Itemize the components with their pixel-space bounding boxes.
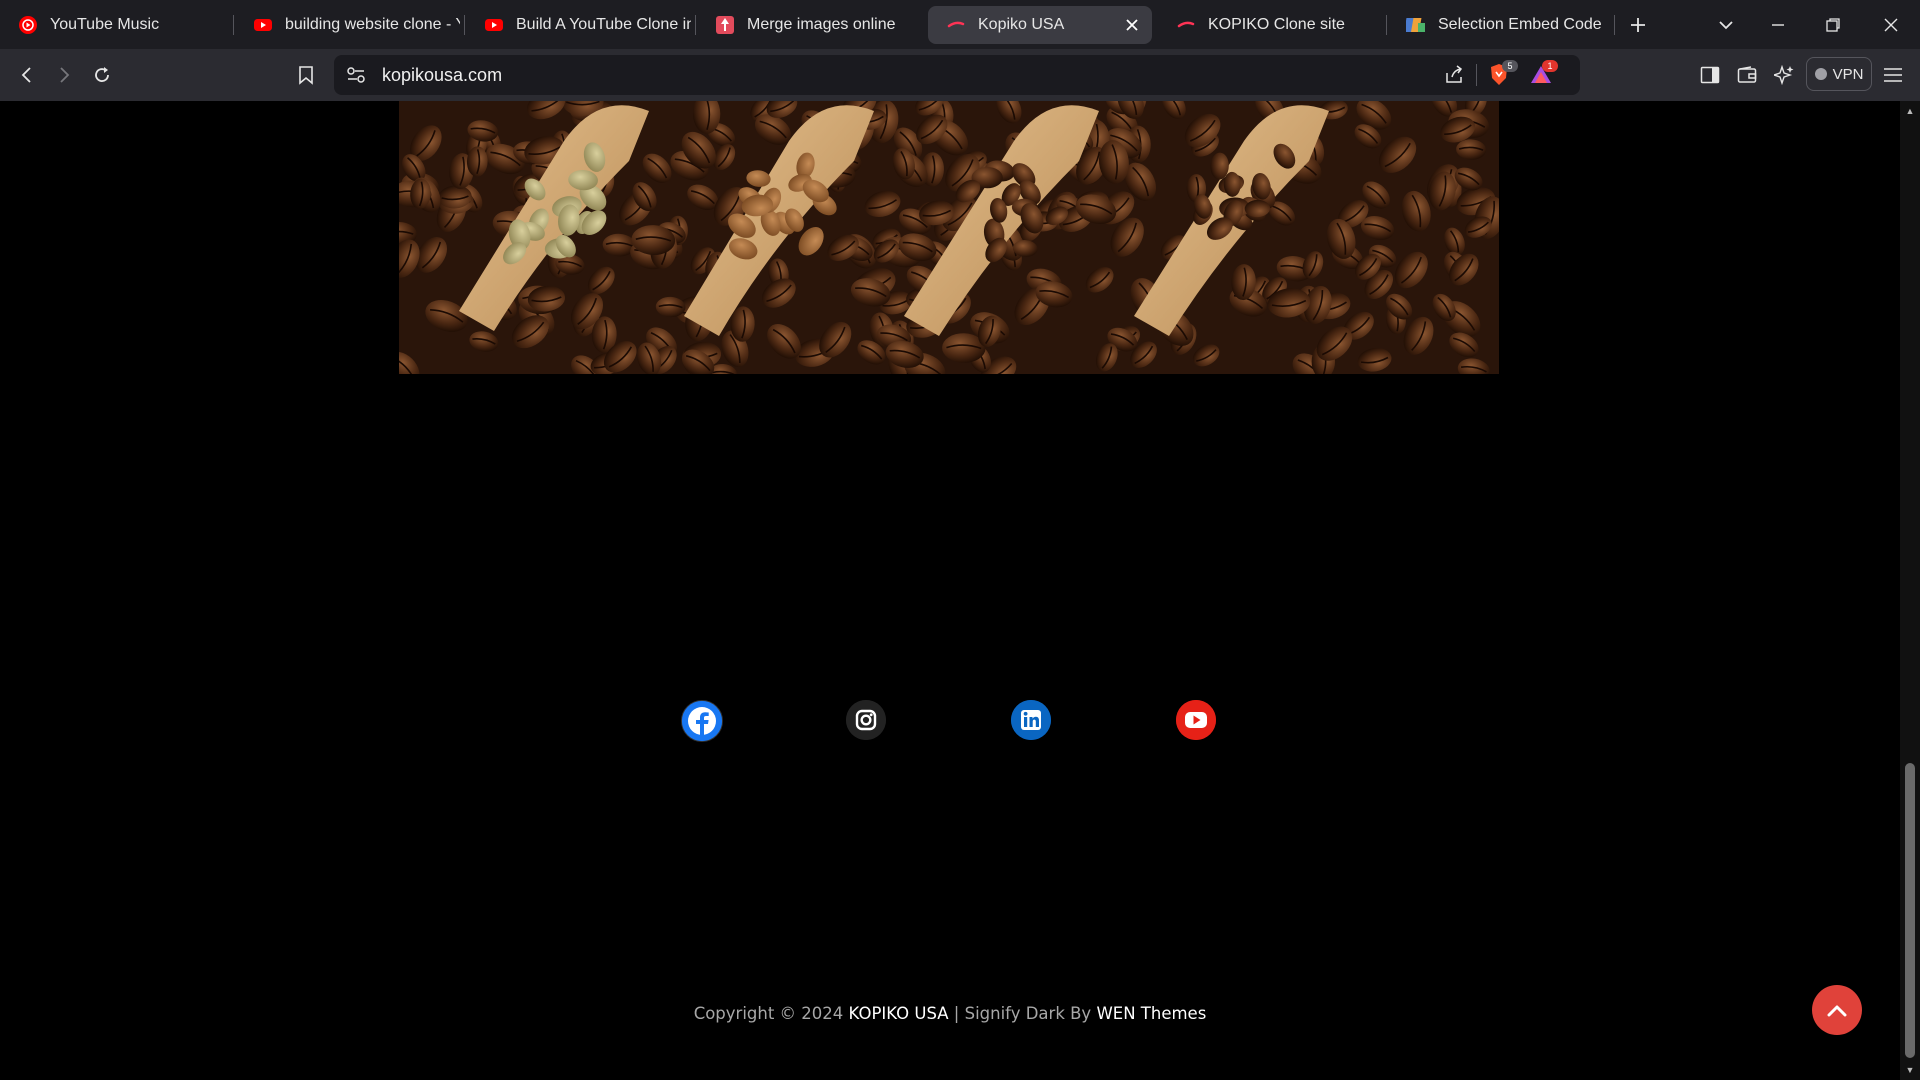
tab-kopiko-usa[interactable]: Kopiko USA — [928, 6, 1152, 44]
minimize-button[interactable] — [1758, 6, 1798, 44]
url-text[interactable]: kopikousa.com — [382, 65, 502, 86]
theme-credit-text: | Signify Dark By — [948, 1004, 1097, 1023]
bookmark-icon — [299, 66, 313, 85]
brave-shield-icon[interactable]: 5 — [1488, 60, 1518, 92]
divider — [1476, 64, 1477, 86]
merge-images-icon — [715, 15, 735, 35]
youtube-link[interactable] — [1176, 700, 1216, 740]
sidebar-toggle-button[interactable] — [1696, 61, 1724, 89]
site-name-link[interactable]: KOPIKO USA — [849, 1004, 949, 1023]
tab-selection-embed-code[interactable]: Selection Embed Code - C — [1388, 6, 1603, 44]
tab-youtube-music[interactable]: YouTube Music — [0, 6, 230, 44]
coffee-banner-illustration — [399, 101, 1499, 374]
tab-title: Kopiko USA — [978, 16, 1065, 33]
hamburger-menu-icon — [1884, 68, 1902, 82]
brave-rewards-icon[interactable]: 1 — [1530, 60, 1558, 91]
youtube-icon — [1176, 700, 1216, 740]
tab-kopiko-clone-site[interactable]: KOPIKO Clone site — [1158, 6, 1383, 44]
tab-building-website-clone[interactable]: building website clone - Y — [235, 6, 460, 44]
tab-merge-images[interactable]: Merge images online — [697, 6, 922, 44]
youtube-icon — [253, 15, 273, 35]
ai-sparkle-icon — [1774, 65, 1794, 85]
facebook-link[interactable] — [681, 700, 723, 742]
footer-copyright: Copyright © 2024 KOPIKO USA | Signify Da… — [0, 1004, 1900, 1023]
close-window-button[interactable] — [1871, 6, 1911, 44]
coffee-beans-banner-image — [399, 101, 1499, 374]
tab-title: KOPIKO Clone site — [1208, 16, 1345, 33]
vpn-button[interactable]: VPN — [1806, 57, 1872, 91]
shield-count-badge: 5 — [1502, 60, 1518, 72]
restore-icon — [1826, 18, 1840, 32]
tab-separator — [1386, 15, 1387, 35]
tab-title: YouTube Music — [50, 16, 160, 33]
facebook-icon — [682, 701, 722, 741]
main-menu-button[interactable] — [1879, 61, 1907, 89]
theme-author-link[interactable]: WEN Themes — [1096, 1004, 1206, 1023]
address-bar[interactable]: kopikousa.com 5 1 — [334, 55, 1580, 95]
leo-ai-button[interactable] — [1770, 61, 1798, 89]
kopiko-icon — [1176, 15, 1196, 35]
scroll-to-top-button[interactable] — [1812, 985, 1862, 1035]
kopiko-icon — [946, 15, 966, 35]
embed-code-icon — [1406, 15, 1426, 35]
tab-build-youtube-clone[interactable]: Build A YouTube Clone in — [466, 6, 691, 44]
chevron-up-icon — [1827, 1005, 1847, 1017]
tab-title: Build A YouTube Clone in — [516, 16, 691, 33]
scroll-thumb[interactable] — [1905, 763, 1915, 1058]
tab-title: building website clone - Y — [285, 16, 460, 33]
vpn-label: VPN — [1832, 65, 1864, 83]
close-tab-icon[interactable] — [1122, 15, 1142, 35]
instagram-link[interactable] — [846, 700, 886, 740]
instagram-icon — [846, 700, 886, 740]
back-button[interactable] — [13, 61, 41, 89]
minimize-icon — [1772, 24, 1784, 26]
scroll-down-arrow[interactable]: ▼ — [1900, 1062, 1920, 1078]
browser-toolbar: kopikousa.com 5 1 VPN — [0, 49, 1920, 102]
linkedin-link[interactable] — [1011, 700, 1051, 740]
chevron-down-icon — [1719, 21, 1733, 30]
wallet-icon — [1737, 66, 1757, 83]
tab-strip: YouTube Music building website clone - Y… — [0, 0, 1920, 49]
tab-separator — [695, 15, 696, 35]
forward-button[interactable] — [50, 61, 78, 89]
tab-title: Selection Embed Code - C — [1438, 16, 1603, 33]
page-content: Copyright © 2024 KOPIKO USA | Signify Da… — [0, 101, 1900, 1080]
tab-separator — [1614, 15, 1615, 35]
site-settings-icon[interactable] — [346, 66, 366, 89]
rewards-count-badge: 1 — [1542, 60, 1558, 72]
scroll-up-arrow[interactable]: ▲ — [1900, 103, 1920, 119]
tab-separator — [464, 15, 465, 35]
social-links — [0, 700, 1900, 742]
tab-separator — [233, 15, 234, 35]
linkedin-icon — [1011, 700, 1051, 740]
tab-search-button[interactable] — [1706, 6, 1746, 44]
wallet-button[interactable] — [1733, 61, 1761, 89]
share-icon[interactable] — [1444, 65, 1464, 90]
tab-title: Merge images online — [747, 16, 896, 33]
bookmark-button[interactable] — [292, 61, 320, 89]
youtube-icon — [484, 15, 504, 35]
new-tab-button[interactable] — [1618, 6, 1658, 44]
plus-icon — [1631, 18, 1645, 32]
back-arrow-icon — [21, 67, 31, 83]
vpn-status-icon — [1814, 68, 1827, 80]
reload-button[interactable] — [88, 61, 116, 89]
copyright-prefix: Copyright © 2024 — [693, 1004, 849, 1023]
reload-icon — [95, 67, 109, 82]
youtube-music-icon — [18, 15, 38, 35]
forward-arrow-icon — [60, 67, 70, 83]
sidebar-icon — [1700, 66, 1720, 84]
restore-button[interactable] — [1813, 6, 1853, 44]
close-icon — [1884, 18, 1898, 32]
page-scrollbar[interactable]: ▲ ▼ — [1900, 101, 1920, 1080]
